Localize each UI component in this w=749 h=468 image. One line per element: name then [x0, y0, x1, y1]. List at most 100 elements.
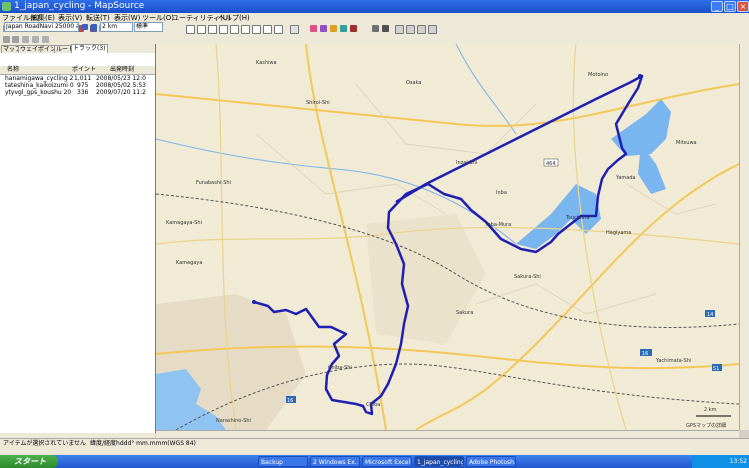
track-table-header: 名称 ポイント 出発時刻 — [0, 66, 155, 75]
map-vertical-scrollbar[interactable] — [739, 44, 749, 430]
clock[interactable]: 13:52 — [730, 458, 747, 465]
place-label: Kashiwa — [256, 60, 277, 66]
select-tool-icon[interactable] — [208, 25, 217, 34]
status-spacer — [0, 448, 749, 455]
place-label: Kamagaya — [176, 260, 202, 266]
map-view[interactable]: 464 14 16 16 51 Motoino Kamagaya-Shi Fun… — [156, 44, 739, 430]
route-badge: 51 — [712, 364, 722, 372]
highlight-tool-icon[interactable] — [330, 25, 337, 32]
tab-tracks[interactable]: トラック(3) — [71, 44, 108, 53]
place-label: Yachimata-Shi — [655, 358, 691, 364]
gps-detail-note: GPSマップの詳細 — [686, 422, 726, 429]
copy-icon[interactable] — [406, 25, 415, 34]
track-name: ytyvgl_gps_koushu 20 — [5, 89, 72, 96]
detail-select[interactable]: 標準 — [134, 22, 163, 32]
column-name[interactable]: 名称 — [7, 66, 19, 74]
place-label: Chiba-Shi — [328, 365, 352, 371]
zoom-out-icon[interactable] — [91, 24, 97, 30]
distance-icon[interactable] — [290, 25, 299, 34]
place-label: Sakura — [456, 310, 473, 316]
forward-icon[interactable] — [12, 36, 19, 43]
measure-tool-icon[interactable] — [252, 25, 261, 34]
track-point[interactable] — [638, 74, 642, 78]
place-label: Inba-Mura — [486, 222, 511, 228]
place-label: Tsuchiura — [565, 215, 590, 221]
scale-select[interactable]: 2 km — [100, 22, 133, 32]
waypoint-tool-icon[interactable] — [219, 25, 228, 34]
track-tool-icon[interactable] — [241, 25, 250, 34]
scale-label: 2 km — [704, 407, 717, 413]
title-bar: 1_japan_cycling - MapSource _ □ × — [0, 0, 749, 13]
layer-tool-icon[interactable] — [340, 25, 347, 32]
track-time: 2008/05/23 12:0 — [96, 75, 146, 82]
refresh-icon[interactable] — [32, 36, 39, 43]
clear-tool-icon[interactable] — [350, 25, 357, 32]
menu-help[interactable]: ヘルプ(H) — [218, 13, 250, 23]
start-button[interactable]: スタート — [0, 455, 58, 468]
taskbar-item[interactable]: Backup — [258, 456, 308, 467]
table-row[interactable]: tateshina_kaikoizumi 0 975 2008/05/02 5:… — [0, 82, 155, 89]
place-label: Hagiyama — [606, 230, 631, 236]
taskbar-item[interactable]: Microsoft Excel — [362, 456, 412, 467]
place-label: Sakura-Shi — [514, 274, 541, 280]
zoom-tool-icon[interactable] — [186, 25, 195, 34]
table-row[interactable]: ytyvgl_gps_koushu 20 336 2009/07/20 11:2 — [0, 89, 155, 96]
history-icon[interactable] — [42, 36, 49, 43]
place-label: Chiba — [366, 402, 380, 408]
place-label: Inba — [496, 190, 507, 196]
taskbar-item-active[interactable]: 1_japan_cycling... — [414, 456, 464, 467]
maximize-button[interactable]: □ — [724, 1, 736, 12]
gps-icon[interactable] — [372, 25, 379, 32]
track-point[interactable] — [252, 300, 256, 304]
column-points[interactable]: ポイント — [72, 66, 96, 74]
panel-tabs: マップ ウェイポイント ルート トラック(3) — [0, 44, 155, 53]
track-time: 2008/05/02 5:53 — [96, 82, 146, 89]
place-label: Kamagaya-Shi — [166, 220, 202, 226]
route-badge: 14 — [705, 310, 715, 318]
app-icon — [2, 2, 11, 11]
window-title: 1_japan_cycling - MapSource — [14, 1, 145, 11]
track-points: 1,011 — [74, 75, 92, 82]
left-panel: マップ ウェイポイント ルート トラック(3) 名称 ポイント 出発時刻 han… — [0, 44, 156, 433]
close-button[interactable]: × — [737, 1, 749, 12]
hand-tool-icon[interactable] — [197, 25, 206, 34]
color-tool-icon[interactable] — [310, 25, 317, 32]
place-label: Funabashi-Shi — [196, 180, 231, 186]
map-canvas[interactable]: 464 14 16 16 51 Motoino Kamagaya-Shi Fun… — [156, 44, 739, 430]
map-product-select[interactable]: Japan RoadNavi 25000 and Topo v2 — [4, 22, 79, 32]
zoom-in-icon[interactable] — [82, 24, 88, 30]
route-badge: 464 — [543, 158, 559, 167]
track-points: 336 — [77, 89, 89, 96]
table-row[interactable]: hanamigawa_cycling 2 1,011 2008/05/23 12… — [0, 75, 155, 82]
back-icon[interactable] — [3, 36, 10, 43]
route-badge: 16 — [286, 396, 296, 404]
track-points: 975 — [77, 82, 89, 89]
paste-icon[interactable] — [417, 25, 426, 34]
place-label: Narashino-Shi — [216, 418, 251, 424]
route-badge: 16 — [640, 349, 652, 357]
shape-tool-icon[interactable] — [320, 25, 327, 32]
route-tool-icon[interactable] — [230, 25, 239, 34]
cut-icon[interactable] — [395, 25, 404, 34]
track-time: 2009/07/20 11:2 — [96, 89, 146, 96]
track-name: hanamigawa_cycling 2 — [5, 75, 74, 82]
svg-text:464: 464 — [546, 161, 556, 167]
svg-text:16: 16 — [642, 351, 648, 357]
track-name: tateshina_kaikoizumi 0 — [5, 82, 74, 89]
map-tool-icon[interactable] — [274, 25, 283, 34]
taskbar-item[interactable]: Adobe Photosh... — [466, 456, 516, 467]
column-start-time[interactable]: 出発時刻 — [110, 66, 134, 74]
minimize-button[interactable]: _ — [711, 1, 723, 12]
place-label: Mitsuwa — [676, 140, 697, 146]
system-tray: 13:52 — [692, 455, 749, 468]
taskbar-item[interactable]: 2 Windows Ex... — [310, 456, 360, 467]
place-label: Osaka — [406, 80, 421, 86]
device-icon[interactable] — [382, 25, 389, 32]
undo-icon[interactable] — [428, 25, 437, 34]
svg-text:51: 51 — [713, 366, 719, 372]
home-icon[interactable] — [22, 36, 29, 43]
eraser-tool-icon[interactable] — [263, 25, 272, 34]
svg-text:16: 16 — [287, 398, 293, 404]
taskbar: スタート Backup 2 Windows Ex... Microsoft Ex… — [0, 455, 749, 468]
place-label: Inzai-Shi — [456, 160, 477, 166]
